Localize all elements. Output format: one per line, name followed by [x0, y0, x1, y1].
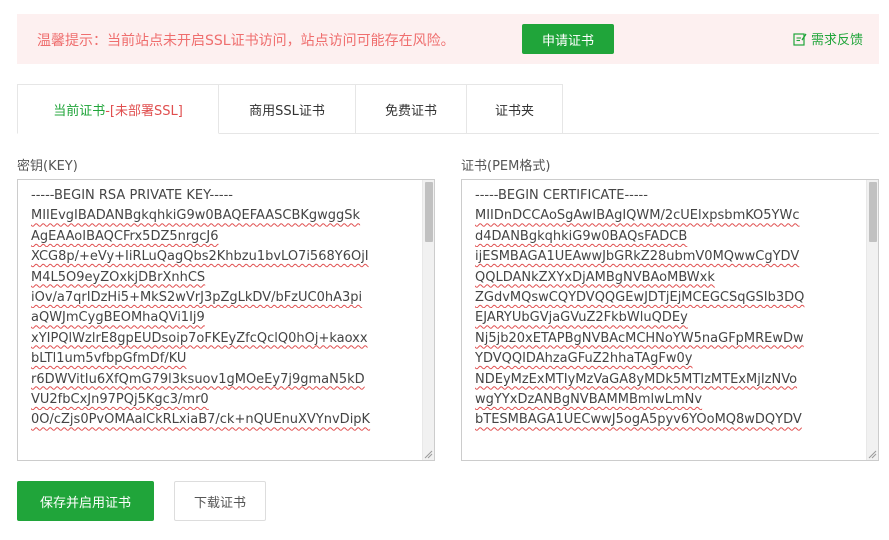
key-line: r6DWVitIu6XfQmG79l3ksuov1gMOeEy7j9gmaN5k…: [31, 371, 365, 387]
ssl-settings-panel: 温馨提示：当前站点未开启SSL证书访问，站点访问可能存在风险。 申请证书 需求反…: [0, 0, 889, 540]
tab-label: 当前证书: [53, 103, 106, 119]
tab-label: 商用SSL证书: [249, 103, 325, 119]
cert-line: MIIDnDCCAoSgAwIBAgIQWM/2cUElxpsbmKO5YWc: [475, 208, 800, 224]
tab-free-certificate[interactable]: 免费证书: [356, 84, 467, 134]
download-certificate-button[interactable]: 下载证书: [174, 481, 266, 521]
key-line: VU2fbCxJn97PQj5Kgc3/mr0: [31, 391, 209, 407]
key-line: M4L5O9eyZOxkjDBrXnhCS: [31, 269, 206, 285]
cert-line: bTESMBAGA1UECwwJ5ogA5pyv6YOoMQ8wDQYDV: [475, 412, 802, 428]
cert-line: d4DANBgkqhkiG9w0BAQsFADCB: [475, 228, 688, 244]
key-field-label: 密钥(KEY): [17, 159, 78, 174]
cert-line: Nj5jb20xETAPBgNVBAcMCHNoYW5naGFpMREwDw: [475, 330, 804, 346]
cert-content: -----BEGIN CERTIFICATE----- MIIDnDCCAoSgA…: [475, 186, 862, 431]
resize-grip-icon[interactable]: [867, 449, 877, 459]
tab-commercial-ssl[interactable]: 商用SSL证书: [219, 84, 356, 134]
cert-line: -----BEGIN CERTIFICATE-----: [475, 188, 648, 203]
cert-line: EJARYUbGVjaGVuZ2FkbWluQDEy: [475, 310, 688, 326]
private-key-textarea[interactable]: -----BEGIN RSA PRIVATE KEY----- MIIEvgIBA…: [17, 179, 435, 461]
tab-current-certificate[interactable]: 当前证书 -[未部署SSL]: [17, 84, 219, 134]
ssl-warning-banner: 温馨提示：当前站点未开启SSL证书访问，站点访问可能存在风险。 申请证书 需求反…: [17, 14, 879, 64]
save-and-enable-button[interactable]: 保存并启用证书: [17, 481, 154, 521]
cert-line: YDVQQIDAhzaGFuZ2hhaTAgFw0y: [475, 351, 693, 367]
cert-scrollbar[interactable]: [866, 180, 878, 460]
key-line: bLTl1um5vfbpGfmDf/KU: [31, 351, 187, 367]
cert-line: ijESMBAGA1UEAwwJbGRkZ28ubmV0MQwwCgYDV: [475, 249, 800, 265]
cert-scroll-thumb[interactable]: [869, 182, 877, 242]
certificate-tabs: 当前证书 -[未部署SSL] 商用SSL证书 免费证书 证书夹: [17, 84, 879, 134]
cert-line: ZGdvMQswCQYDVQQGEwJDTjEjMCEGCSqGSIb3DQ: [475, 289, 805, 305]
cert-line: wgYYxDzANBgNVBAMMBmlwLmNv: [475, 391, 703, 407]
key-line: MIIEvgIBADANBgkqhkiG9w0BAQEFAASCBKgwggSk: [31, 208, 361, 224]
key-scrollbar[interactable]: [422, 180, 434, 460]
feedback-link[interactable]: 需求反馈: [793, 29, 863, 48]
cert-line: QQLDANkZXYxDjAMBgNVBAoMBWxk: [475, 269, 715, 285]
apply-certificate-button[interactable]: 申请证书: [522, 24, 614, 54]
key-content: -----BEGIN RSA PRIVATE KEY----- MIIEvgIBA…: [31, 186, 418, 431]
ssl-status-badge: -[未部署SSL]: [105, 103, 183, 119]
cert-field-label: 证书(PEM格式): [461, 159, 551, 174]
key-line: iOv/a7qrIDzHi5+MkS2wVrJ3pZgLkDV/bFzUC0hA…: [31, 289, 363, 305]
certificate-textarea[interactable]: -----BEGIN CERTIFICATE----- MIIDnDCCAoSgA…: [461, 179, 879, 461]
warning-text: 温馨提示：当前站点未开启SSL证书访问，站点访问可能存在风险。: [37, 33, 455, 49]
key-line: aQWJmCygBEOMhaQVi1Ij9: [31, 310, 205, 326]
tab-certificate-folder[interactable]: 证书夹: [467, 84, 563, 134]
tab-label: 证书夹: [494, 103, 534, 119]
key-line: -----BEGIN RSA PRIVATE KEY-----: [31, 188, 233, 203]
key-line: 0O/cZjs0PvOMAalCkRLxiaB7/ck+nQUEnuXVYnvD…: [31, 412, 371, 428]
resize-grip-icon[interactable]: [423, 449, 433, 459]
key-line: xYIPQlWzlrE8gpEUDsoip7oFKEyZfcQclQ0hOj+k…: [31, 330, 368, 346]
tab-label: 免费证书: [384, 103, 437, 119]
edit-icon: [793, 32, 807, 46]
cert-line: NDEyMzExMTIyMzVaGA8yMDk5MTIzMTExMjIzNVo: [475, 371, 798, 387]
key-scroll-thumb[interactable]: [425, 182, 433, 242]
key-line: AgEAAoIBAQCFrx5DZ5nrgcJ6: [31, 228, 219, 244]
key-line: XCG8p/+eVy+IiRLuQagQbs2Khbzu1bvLO7i568Y6…: [31, 249, 369, 265]
feedback-label: 需求反馈: [810, 33, 863, 48]
